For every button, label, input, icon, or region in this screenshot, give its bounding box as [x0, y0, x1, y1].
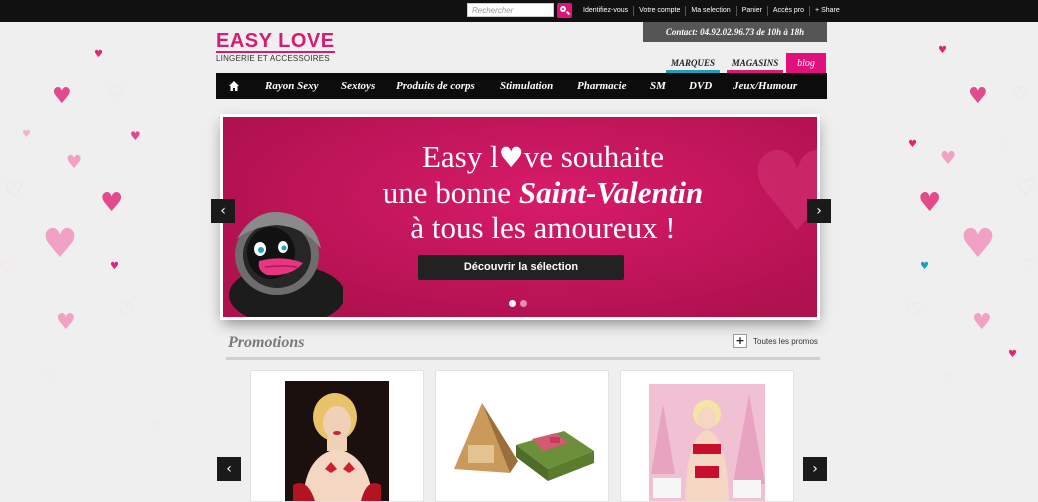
- heart-icon: ♡: [118, 300, 135, 321]
- search-input[interactable]: [467, 3, 554, 17]
- account-link[interactable]: Votre compte: [633, 6, 685, 16]
- chevron-right-icon: ›: [816, 203, 822, 219]
- cart-link[interactable]: Panier: [735, 6, 767, 16]
- heart-icon: ♡: [1016, 176, 1036, 201]
- heart-icon: ♥: [972, 310, 992, 335]
- logo-title: EASY LOVE: [216, 30, 335, 52]
- slider-next-button[interactable]: ›: [807, 199, 831, 223]
- heart-icon: ♥: [130, 129, 141, 143]
- heart-icon: ♥: [940, 148, 957, 169]
- heart-icon: ♥: [918, 188, 942, 218]
- hero-slider: ♥ Easy l♥ve souhaite une bonne Saint-Val…: [223, 117, 817, 317]
- plus-icon: +: [733, 334, 747, 348]
- account-links: Identifiez-vous Votre compte Ma selectio…: [578, 0, 845, 22]
- tab-marques[interactable]: MARQUES: [666, 58, 720, 73]
- heart-icon: ♥: [94, 49, 103, 60]
- promotions-heading: Promotions: [228, 334, 305, 351]
- heart-icon: ♥: [52, 84, 72, 109]
- chevron-left-icon: ‹: [220, 203, 226, 219]
- heart-icon: ♥: [908, 139, 917, 150]
- chevron-right-icon: ›: [812, 461, 818, 477]
- product-image: [454, 403, 594, 481]
- slide-line2-script: Saint-Valentin: [518, 175, 704, 210]
- selection-link[interactable]: Ma selection: [685, 6, 735, 16]
- heart-icon: ♡: [150, 419, 161, 433]
- nav-item-rayon-sexy[interactable]: Rayon Sexy: [265, 73, 318, 99]
- slide-headline: Easy l♥ve souhaite une bonne Saint-Valen…: [323, 139, 763, 245]
- nav-item-sextoys[interactable]: Sextoys: [341, 73, 375, 99]
- product-card[interactable]: [250, 370, 424, 502]
- heart-icon: ♡: [4, 178, 24, 203]
- heart-icon: ♡: [1024, 257, 1037, 273]
- slide-line3: à tous les amoureux !: [410, 210, 676, 245]
- heart-icon: ♥: [56, 310, 76, 335]
- product-card[interactable]: [435, 370, 609, 502]
- site-logo[interactable]: EASY LOVE LINGERIE ET ACCESSOIRES: [216, 30, 335, 63]
- nav-item-jeux-humour[interactable]: Jeux/Humour: [733, 73, 797, 99]
- heart-icon: ♡: [0, 256, 15, 275]
- heart-icon: ♡: [1012, 84, 1029, 105]
- heart-icon: ♥: [920, 261, 929, 272]
- product-card[interactable]: [620, 370, 794, 502]
- blog-button[interactable]: blog: [786, 53, 826, 73]
- slide-line1-start: Easy l: [421, 139, 499, 174]
- heart-icon: ♥: [66, 152, 83, 173]
- heart-icon: ♥: [22, 129, 31, 140]
- nav-item-produits-de-corps[interactable]: Produits de corps: [396, 73, 475, 99]
- product-image: [285, 381, 389, 501]
- heart-icon: ♥: [968, 84, 988, 109]
- tab-magasins[interactable]: MAGASINS: [727, 58, 783, 73]
- all-promos-label: Toutes les promos: [753, 336, 818, 346]
- heart-icon: ♥: [100, 188, 124, 218]
- top-bar: Identifiez-vous Votre compte Ma selectio…: [0, 0, 1038, 22]
- slider-pagination: [509, 294, 531, 312]
- main-nav: Rayon Sexy Sextoys Produits de corps Sti…: [216, 73, 827, 99]
- heart-icon: ♡: [44, 369, 55, 383]
- heart-icon: ♥: [960, 221, 996, 267]
- share-link[interactable]: + Share: [809, 6, 845, 16]
- heart-icon: ♡: [998, 141, 1009, 155]
- heart-icon: ♥: [110, 261, 119, 272]
- home-icon[interactable]: [229, 81, 239, 91]
- promotions-divider: [226, 357, 820, 360]
- slider-dot-2[interactable]: [520, 300, 527, 307]
- heart-icon: ♡: [906, 300, 923, 321]
- product-image: [649, 384, 765, 501]
- heart-icon: ♥: [1008, 349, 1017, 360]
- search-button[interactable]: [557, 3, 572, 18]
- promos-next-button[interactable]: ›: [803, 457, 827, 481]
- login-link[interactable]: Identifiez-vous: [578, 6, 633, 16]
- heart-icon: ♥: [42, 221, 78, 267]
- slide-line1-end: ve souhaite: [523, 139, 665, 174]
- contact-banner: Contact: 04.92.02.96.73 de 10h à 18h: [643, 22, 827, 42]
- slider-dot-1[interactable]: [509, 300, 516, 307]
- logo-subtitle: LINGERIE ET ACCESSOIRES: [216, 51, 335, 63]
- heart-icon: ♥: [498, 141, 524, 174]
- heart-icon: ♥: [938, 45, 947, 56]
- pro-access-link[interactable]: Accès pro: [766, 6, 809, 16]
- heart-icon: ♡: [944, 371, 955, 385]
- nav-item-dvd[interactable]: DVD: [689, 73, 712, 99]
- chevron-left-icon: ‹: [226, 461, 232, 477]
- all-promos-link[interactable]: + Toutes les promos: [733, 334, 818, 348]
- nav-item-sm[interactable]: SM: [650, 73, 666, 99]
- nav-item-pharmacie[interactable]: Pharmacie: [577, 73, 627, 99]
- slide-line2-start: une bonne: [382, 175, 519, 210]
- discover-selection-button[interactable]: Découvrir la sélection: [418, 255, 624, 280]
- heart-icon: ♡: [108, 82, 125, 103]
- slider-prev-button[interactable]: ‹: [211, 199, 235, 223]
- promos-prev-button[interactable]: ‹: [217, 457, 241, 481]
- nav-item-stimulation[interactable]: Stimulation: [500, 73, 553, 99]
